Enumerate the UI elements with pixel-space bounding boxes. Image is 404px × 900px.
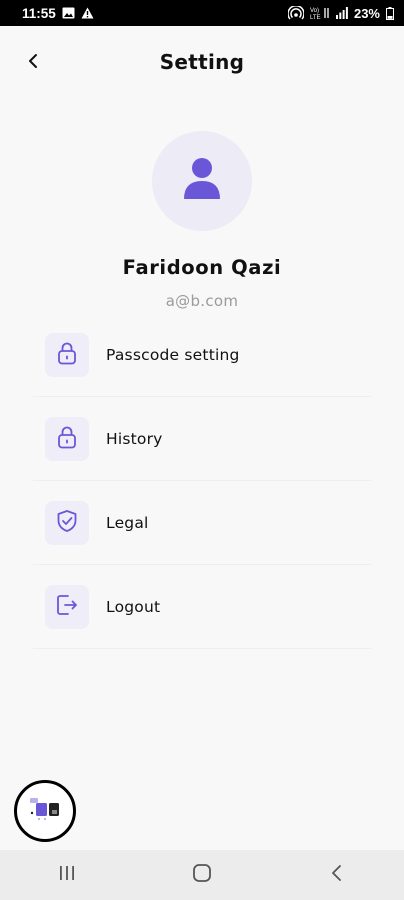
battery-icon	[386, 6, 394, 20]
menu-item-label: Legal	[106, 513, 149, 532]
menu-icon-box	[45, 416, 89, 461]
status-bar: 11:55 Vo) LTE 23%	[0, 0, 404, 26]
system-back-button[interactable]	[307, 855, 367, 895]
system-nav-bar	[0, 850, 404, 900]
status-right: Vo) LTE 23%	[287, 5, 394, 21]
page-title: Setting	[159, 50, 245, 74]
home-button[interactable]	[172, 855, 232, 895]
floating-app-widget[interactable]	[14, 780, 76, 842]
battery-percent: 23%	[353, 5, 380, 21]
profile-email: a@b.com	[165, 292, 239, 310]
svg-text:LTE: LTE	[310, 15, 321, 20]
menu-item-legal[interactable]: Legal	[33, 481, 371, 565]
menu-item-logout[interactable]: Logout	[33, 565, 371, 649]
shield-check-icon	[56, 509, 78, 537]
menu-icon-box	[45, 500, 89, 545]
status-time: 11:55	[22, 5, 56, 21]
menu-item-history[interactable]: History	[33, 397, 371, 481]
profile-name: Faridoon Qazi	[122, 256, 282, 279]
home-icon	[192, 863, 212, 887]
hotspot-icon	[287, 6, 304, 20]
recent-apps-button[interactable]	[37, 855, 97, 895]
menu-item-label: History	[106, 429, 163, 448]
back-icon	[330, 864, 344, 886]
lock-icon	[56, 425, 78, 453]
lock-icon	[56, 341, 78, 369]
settings-menu: Passcode setting History Legal Logout	[33, 313, 371, 649]
menu-icon-box	[45, 332, 89, 377]
menu-icon-box	[45, 584, 89, 629]
menu-item-passcode-setting[interactable]: Passcode setting	[33, 313, 371, 397]
signal-icon	[335, 7, 348, 19]
image-icon	[62, 7, 75, 19]
logout-icon	[55, 593, 79, 621]
volte-icon: Vo) LTE	[310, 6, 330, 20]
svg-text:Vo): Vo)	[310, 8, 319, 14]
menu-item-label: Logout	[106, 597, 161, 616]
avatar	[152, 131, 252, 231]
app-switcher-icon	[28, 796, 62, 826]
menu-item-label: Passcode setting	[106, 345, 240, 364]
recent-apps-icon	[58, 865, 76, 885]
header: Setting	[0, 26, 404, 98]
user-icon	[182, 157, 222, 205]
warning-icon	[81, 7, 94, 19]
status-left: 11:55	[22, 6, 94, 21]
